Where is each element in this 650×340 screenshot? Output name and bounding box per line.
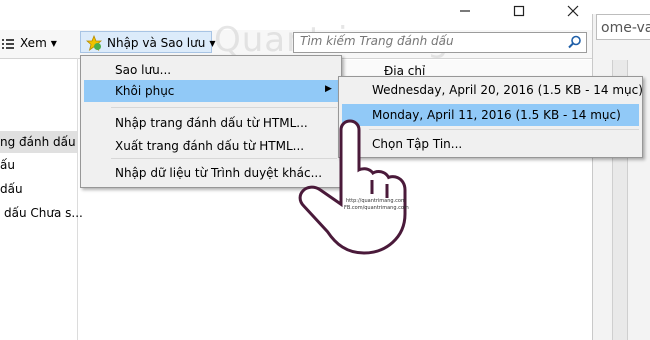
- search-icon[interactable]: [568, 35, 582, 52]
- menu-item-backup[interactable]: Sao lưu...: [115, 63, 171, 77]
- title-bar: [0, 0, 650, 22]
- view-menu-label: Xem: [20, 36, 47, 50]
- menu-item-import-html[interactable]: Nhập trang đánh dấu từ HTML...: [115, 116, 308, 130]
- browser-url-bar[interactable]: ome-va: [596, 14, 650, 40]
- list-view-icon: [2, 37, 14, 49]
- import-backup-label: Nhập và Sao lưu: [107, 36, 206, 50]
- tree-item[interactable]: ng đánh dấu: [0, 135, 76, 149]
- menu-item-export-html[interactable]: Xuất trang đánh dấu từ HTML...: [115, 139, 304, 153]
- svg-text:FB.com/quantrimang.com: FB.com/quantrimang.com: [344, 205, 409, 211]
- close-icon[interactable]: [556, 0, 590, 22]
- menu-item-restore[interactable]: Khôi phục: [115, 84, 174, 98]
- maximize-icon[interactable]: [502, 0, 536, 22]
- tree-item[interactable]: dấu Chưa s...: [4, 206, 83, 220]
- restore-item-backup-apr20[interactable]: Wednesday, April 20, 2016 (1.5 KB - 14 m…: [372, 83, 643, 97]
- pointing-hand-icon: http://quantrimang.com FB.com/quantriman…: [286, 118, 446, 261]
- tree-item[interactable]: dấu: [0, 182, 23, 196]
- chevron-down-icon: ▼: [50, 38, 57, 48]
- tree-item[interactable]: ấu: [0, 158, 15, 172]
- minimize-icon[interactable]: [448, 0, 482, 22]
- import-backup-button-content[interactable]: Nhập và Sao lưu ▼: [85, 33, 215, 53]
- svg-text:http://quantrimang.com: http://quantrimang.com: [346, 198, 406, 204]
- panel-divider[interactable]: [77, 58, 78, 340]
- submenu-arrow-icon: ▶: [325, 84, 332, 94]
- menu-separator: [111, 107, 337, 108]
- star-import-icon: [85, 34, 103, 51]
- view-menu-button[interactable]: Xem ▼: [2, 33, 57, 53]
- search-placeholder: Tìm kiếm Trang đánh dấu: [300, 34, 454, 48]
